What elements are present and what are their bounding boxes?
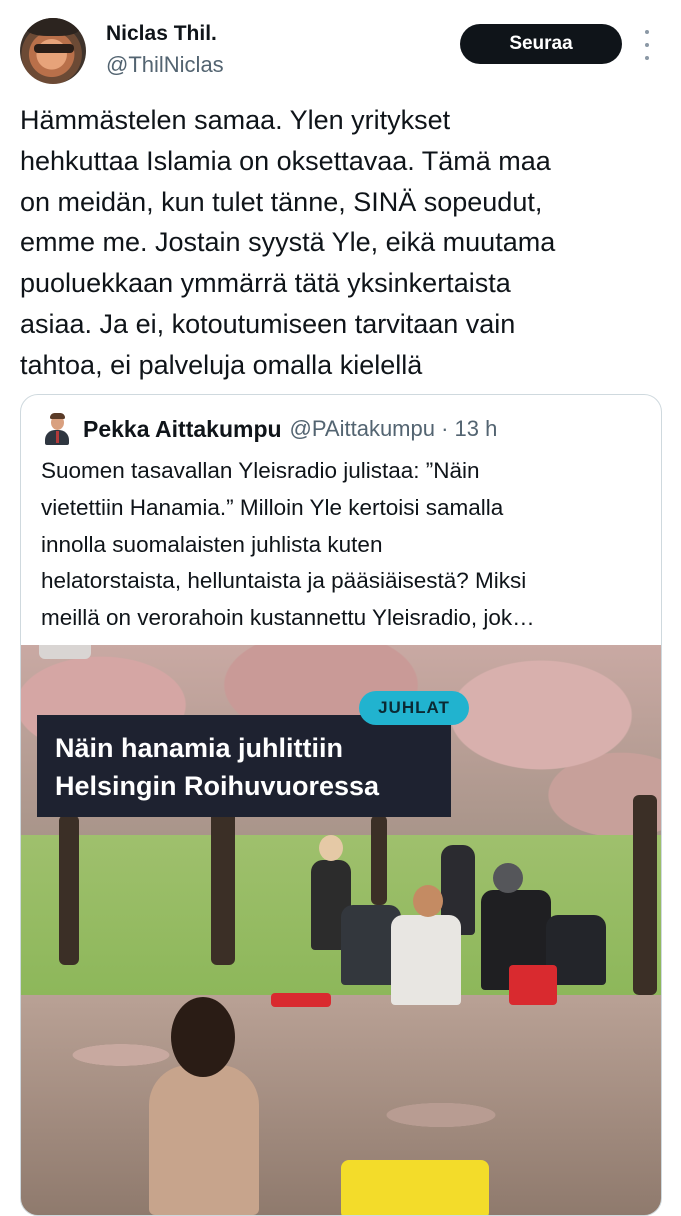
tweet-text: Hämmästelen samaa. Ylen yritykset hehkut…	[20, 100, 650, 386]
author-name[interactable]: Niclas Thil.	[106, 22, 217, 46]
category-tag: JUHLAT	[359, 691, 469, 725]
woman-hair	[171, 997, 235, 1077]
tweet-line: asiaa. Ja ei, kotoutumiseen tarvitaan va…	[20, 308, 516, 339]
more-options-icon[interactable]	[640, 30, 654, 60]
quote-line: meillä on verorahoin kustannettu Yleisra…	[41, 605, 535, 631]
follow-button[interactable]: Seuraa	[460, 24, 622, 64]
quoted-author-handle[interactable]: @PAittakumpu · 13 h	[290, 416, 498, 442]
quoted-tweet[interactable]: Pekka Aittakumpu @PAittakumpu · 13 h Suo…	[20, 394, 662, 1216]
person-head	[319, 835, 343, 861]
quoted-media-image[interactable]: Näin hanamia juhlittiin Helsingin Roihuv…	[21, 645, 661, 1215]
tree-trunk	[59, 815, 79, 965]
tree-trunk	[371, 815, 387, 905]
author-avatar[interactable]	[20, 18, 86, 84]
media-headline-line2: Helsingin Roihuvuoressa	[55, 771, 380, 801]
tweet-line: hehkuttaa Islamia on oksettavaa. Tämä ma…	[20, 145, 551, 176]
avatar-hair	[26, 18, 80, 36]
avatar-glasses	[34, 44, 74, 53]
tree-trunk	[211, 810, 235, 965]
quote-line: innolla suomalaisten juhlista kuten	[41, 531, 383, 557]
tweet-line: on meidän, kun tulet tänne, SINÄ sopeudu…	[20, 186, 543, 217]
tweet-line: puoluekkaan ymmärrä tätä yksinkertaista	[20, 268, 511, 299]
quote-line: helatorstaista, helluntaista ja pääsiäis…	[41, 568, 527, 594]
quote-line: vietettiin Hanamia.” Milloin Yle kertois…	[41, 494, 504, 520]
tweet-line: Hämmästelen samaa. Ylen yritykset	[20, 105, 451, 135]
yellow-bag	[341, 1160, 489, 1215]
media-headline-line1: Näin hanamia juhlittiin	[55, 733, 344, 763]
quoted-tweet-text: Suomen tasavallan Yleisradio julistaa: ”…	[41, 453, 641, 637]
quoted-author-avatar[interactable]	[43, 413, 71, 445]
red-bag	[509, 965, 557, 1005]
quoted-tweet-header: Pekka Aittakumpu @PAittakumpu · 13 h	[43, 413, 497, 445]
media-headline: Näin hanamia juhlittiin Helsingin Roihuv…	[37, 715, 451, 817]
quoted-author-name[interactable]: Pekka Aittakumpu	[83, 416, 282, 443]
tweet-header: Niclas Thil. @ThilNiclas Seuraa	[20, 16, 661, 86]
tree-trunk	[633, 795, 657, 995]
image-artifact	[39, 645, 91, 659]
tweet-line: emme me. Jostain syystä Yle, eikä muutam…	[20, 227, 556, 258]
woman-sitting-foreground	[149, 1065, 259, 1215]
author-handle[interactable]: @ThilNiclas	[106, 52, 224, 78]
person-head	[413, 885, 443, 917]
quote-line: Suomen tasavallan Yleisradio julistaa: ”…	[41, 458, 480, 483]
red-blanket	[271, 993, 331, 1007]
person-head	[493, 863, 523, 893]
tweet-line: tahtoa, ei palveluja omalla kielellä	[20, 349, 423, 380]
person-sitting	[391, 915, 461, 1005]
